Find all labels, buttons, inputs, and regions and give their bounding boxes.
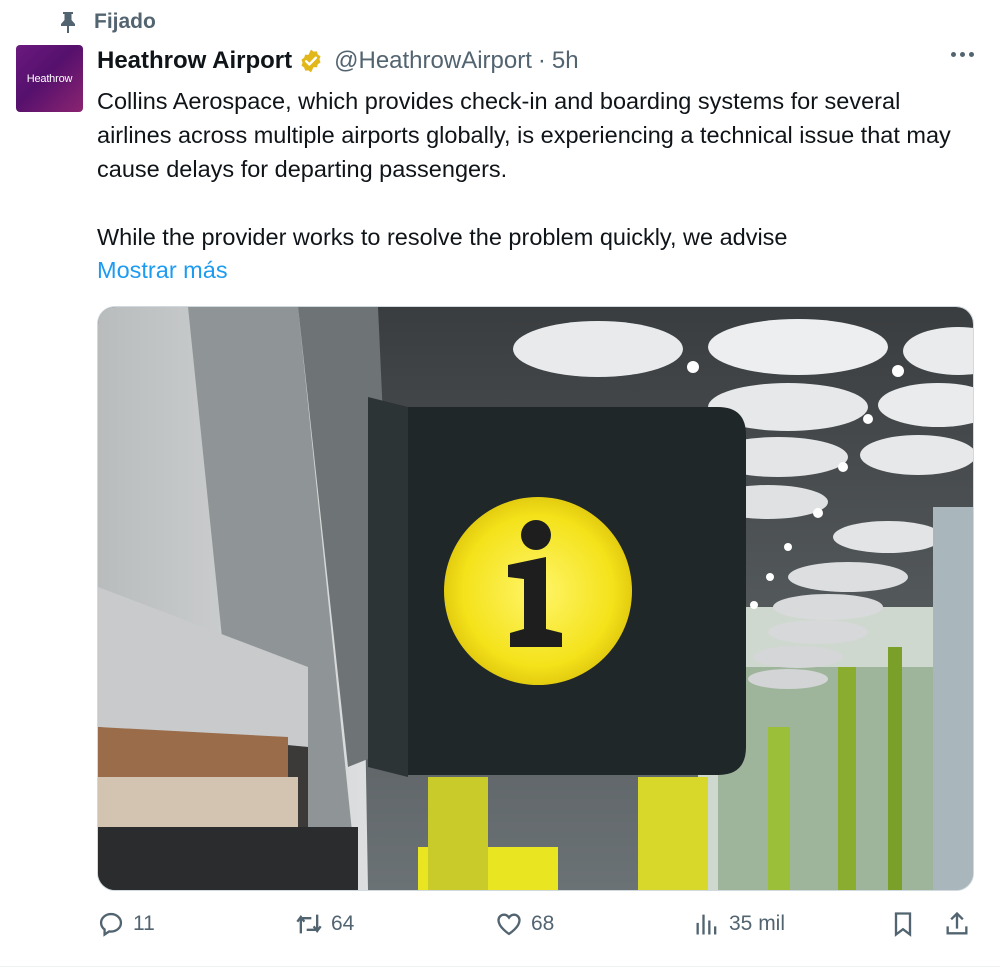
views-button[interactable]: 35 mil — [693, 910, 785, 938]
tweet-header: Heathrow Airport @HeathrowAirport · 5h — [97, 47, 579, 75]
dot-icon — [960, 52, 965, 57]
bookmark-icon — [894, 912, 912, 937]
share-button[interactable] — [943, 910, 971, 938]
heart-icon — [497, 913, 521, 936]
divider — [0, 966, 1000, 967]
more-options-button[interactable] — [951, 52, 974, 57]
share-icon — [946, 911, 968, 935]
separator-dot: · — [537, 47, 546, 74]
airport-info-sign-photo — [98, 307, 973, 890]
pinned-indicator: Fijado — [58, 10, 156, 34]
pinned-label: Fijado — [94, 10, 156, 33]
timestamp[interactable]: 5h — [552, 47, 579, 75]
repost-button[interactable]: 64 — [295, 910, 354, 938]
tweet-text: Collins Aerospace, which provides check-… — [97, 84, 977, 254]
bookmark-button[interactable] — [889, 910, 917, 938]
like-count: 68 — [531, 912, 555, 935]
tweet-actions: 11 64 68 35 mil — [97, 910, 977, 950]
tweet-paragraph-1: Collins Aerospace, which provides check-… — [97, 88, 951, 182]
analytics-icon — [696, 914, 717, 935]
pin-icon — [61, 12, 75, 33]
author-handle[interactable]: @HeathrowAirport — [334, 47, 532, 75]
avatar-text: Heathrow — [26, 72, 73, 85]
dot-icon — [969, 52, 974, 57]
dot-icon — [951, 52, 956, 57]
repost-count: 64 — [331, 912, 355, 935]
tweet-paragraph-2: While the provider works to resolve the … — [97, 224, 788, 250]
like-button[interactable]: 68 — [495, 910, 554, 938]
author-name[interactable]: Heathrow Airport — [97, 47, 292, 75]
avatar[interactable]: Heathrow — [16, 45, 83, 112]
verified-badge-icon[interactable] — [298, 48, 324, 74]
tweet-media-photo[interactable] — [97, 306, 974, 891]
reply-count: 11 — [133, 912, 155, 935]
repost-icon — [296, 914, 322, 934]
views-count: 35 mil — [729, 912, 786, 935]
reply-icon — [99, 912, 123, 937]
show-more-link[interactable]: Mostrar más — [97, 253, 228, 287]
reply-button[interactable]: 11 — [97, 910, 155, 938]
